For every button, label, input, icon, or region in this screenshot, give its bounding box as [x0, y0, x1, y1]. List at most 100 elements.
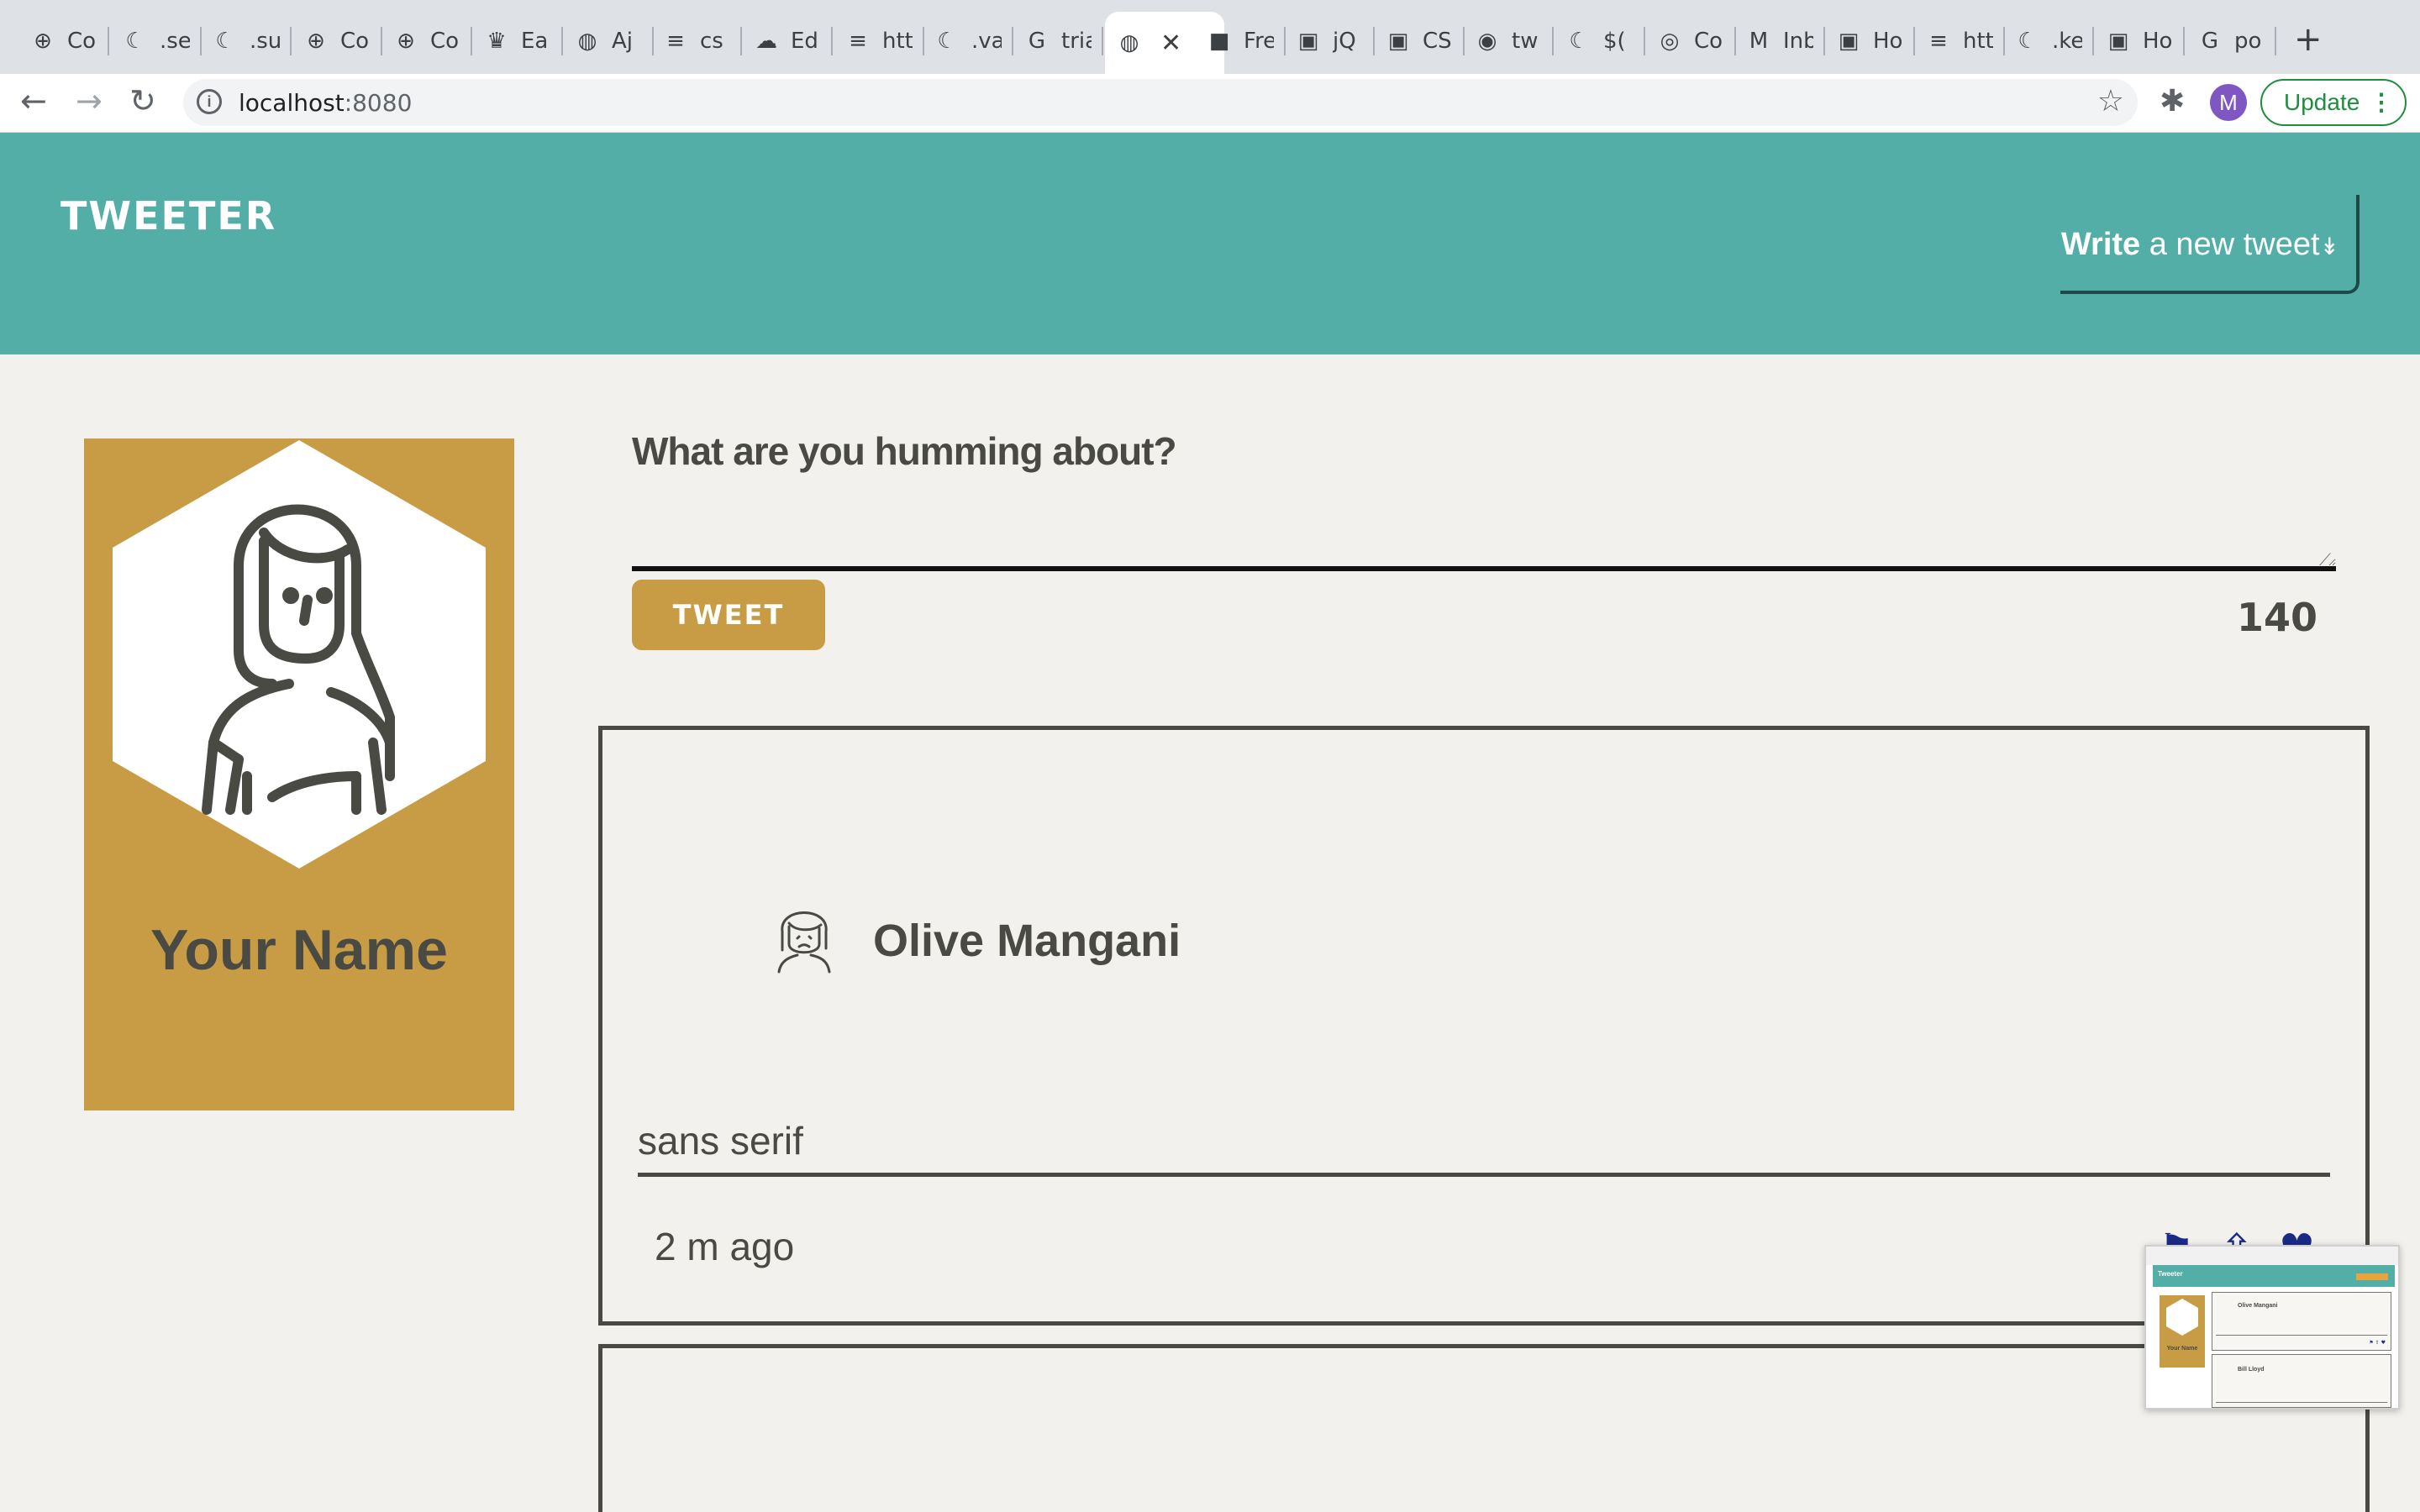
tweet-card: Olive Mangani sans serif 2 m ago ⚑ ⇧ ♥ — [598, 726, 2370, 1326]
compass-icon: ⊕ — [34, 29, 52, 54]
textarea-resize-handle[interactable]: ⟋ — [2319, 549, 2331, 570]
info-icon[interactable]: i — [197, 89, 222, 114]
stackoverflow-icon: ≡ — [849, 29, 867, 54]
browser-tab[interactable]: ⊕ Co — [18, 15, 109, 67]
browser-tab-label: CS — [1423, 29, 1452, 54]
browser-tab-label: .su — [250, 29, 280, 54]
browser-tab[interactable]: ☾ .su — [201, 15, 292, 67]
browser-tab-label: Ed — [791, 29, 818, 54]
browser-tab[interactable]: ≡ cs — [651, 15, 742, 67]
browser-tab[interactable]: ☁ Ed — [742, 15, 833, 67]
double-arrow-down-icon: ↡ — [2319, 233, 2339, 260]
opera-icon: ◎ — [1660, 29, 1680, 54]
browser-tab[interactable]: ▣ Ho — [2094, 15, 2185, 67]
browser-tab-label: .se — [160, 29, 190, 54]
tab-separator — [108, 27, 109, 55]
browser-tab[interactable]: ◎ Co — [1645, 15, 1736, 67]
write-new-tweet-label: Write a new tweet↡ — [2061, 227, 2339, 263]
menu-dots-icon[interactable]: ⋮ — [2370, 81, 2393, 124]
extensions-icon[interactable]: ✱ — [2160, 84, 2185, 118]
thumbnail-write-button — [2356, 1273, 2388, 1280]
browser-tab[interactable]: ☾ .va — [923, 15, 1013, 67]
write-new-tweet-button[interactable]: Write a new tweet↡ — [2060, 195, 2360, 294]
browser-tab[interactable]: ■ Fre — [1195, 15, 1286, 67]
browser-tab-label: tria — [1061, 29, 1092, 54]
thumbnail-brand: Tweeter — [2158, 1270, 2183, 1278]
update-button[interactable]: Update ⋮ — [2260, 79, 2407, 126]
screenshot-thumbnail-preview[interactable]: Tweeter Your Name Olive Mangani ⚑ ⇧ ♥ Bi… — [2144, 1245, 2400, 1410]
browser-tab[interactable]: ☾ .ke — [2003, 15, 2094, 67]
browser-tab[interactable]: ≡ htt — [1914, 15, 2005, 67]
browser-tab[interactable]: ♛ Ea — [472, 15, 563, 67]
reload-icon[interactable]: ↻ — [129, 82, 156, 119]
bookmark-star-icon[interactable]: ☆ — [2097, 84, 2124, 118]
thumbnail-actions: ⚑ ⇧ ♥ — [2369, 1340, 2386, 1346]
browser-tab[interactable]: ◉ tw — [1463, 15, 1554, 67]
stackoverflow-icon: ≡ — [1929, 29, 1948, 54]
forward-icon[interactable]: → — [76, 82, 103, 119]
tab-separator — [1552, 27, 1554, 55]
w3schools-icon: ▣ — [1387, 29, 1409, 54]
compose-title: What are you humming about? — [632, 429, 1177, 473]
tweet-timestamp: 2 m ago — [655, 1225, 795, 1268]
address-bar[interactable]: i localhost:8080 ☆ — [183, 79, 2138, 126]
jquery-icon: ☾ — [215, 29, 235, 54]
browser-tab[interactable]: ≡ htt — [834, 15, 924, 67]
browser-tab[interactable]: ▣ CS — [1374, 15, 1465, 67]
jquery-icon: ☾ — [937, 29, 957, 54]
thumbnail-tweet: Olive Mangani ⚑ ⇧ ♥ — [2212, 1292, 2391, 1351]
compass-icon: ⊕ — [307, 29, 325, 54]
browser-tab[interactable]: Gtria — [1013, 15, 1103, 67]
browser-tab[interactable]: M Inb — [1734, 15, 1825, 67]
browser-tab-label: Ho — [1873, 29, 1903, 54]
w3schools-icon: ▣ — [1838, 29, 1860, 54]
thumbnail-tweet: Bill Lloyd — [2212, 1354, 2391, 1408]
tweet-card — [598, 1344, 2370, 1512]
thumbnail-avatar-hexagon — [2166, 1299, 2198, 1336]
close-tab-icon[interactable]: ✕ — [1160, 29, 1181, 58]
gmail-icon: M — [1749, 29, 1769, 54]
browser-tab-label: Fre — [1244, 29, 1274, 54]
tab-separator — [831, 27, 833, 55]
browser-tab[interactable]: ☾ $( — [1555, 15, 1645, 67]
user-avatar-icon — [777, 911, 831, 974]
thumbnail-profile-name: Your Name — [2166, 1346, 2198, 1352]
jquery-icon: ☾ — [1569, 29, 1589, 54]
tweet-author-name: Olive Mangani — [873, 916, 1181, 966]
browser-tab[interactable]: ◍ Aj — [563, 15, 654, 67]
thumbnail-tweet-name: Bill Lloyd — [2238, 1367, 2265, 1373]
browser-tab[interactable]: ⊕ Co — [381, 15, 472, 67]
browser-tab[interactable]: ☾ .se — [111, 15, 202, 67]
new-tab-button[interactable]: + — [2294, 20, 2323, 59]
thumbnail-divider — [2216, 1335, 2387, 1336]
browser-tab-label: Co — [67, 29, 97, 54]
tweet-submit-button[interactable]: TWEET — [632, 580, 825, 650]
character-counter: 140 — [2237, 595, 2318, 640]
stackoverflow-icon: ≡ — [666, 29, 685, 54]
profile-avatar[interactable]: M — [2210, 84, 2247, 121]
google-icon: G — [1028, 29, 1046, 54]
jquery-icon: ☾ — [2018, 29, 2038, 54]
browser-tab-label: Ea — [521, 29, 549, 54]
browser-tab-label: jQ — [1333, 29, 1356, 54]
browser-tab-label: Co — [340, 29, 370, 54]
back-icon[interactable]: ← — [20, 82, 47, 119]
tweet-text-input[interactable] — [632, 496, 2336, 571]
update-label: Update — [2284, 89, 2360, 115]
browser-tab[interactable]: ⊕ Co — [292, 15, 382, 67]
jquery-icon: ☾ — [125, 29, 145, 54]
browser-tab[interactable]: ▣ jQ — [1284, 15, 1375, 67]
url-text[interactable]: localhost:8080 — [239, 89, 412, 117]
browser-tab-label: Aj — [612, 29, 634, 54]
browser-tab-label: htt — [882, 29, 913, 54]
browser-tab[interactable]: Gpo — [2186, 15, 2276, 67]
browser-tab-label: .ke — [2052, 29, 2082, 54]
url-host: localhost — [239, 89, 345, 117]
compass-icon: ⊕ — [397, 29, 415, 54]
browser-tab[interactable]: ▣ Ho — [1824, 15, 1915, 67]
browser-tab-label: Inb — [1783, 29, 1813, 54]
tab-separator — [2183, 27, 2185, 55]
tab-separator — [2275, 27, 2276, 55]
browser-tab-strip: + ⊕ Co ☾ .se ☾ .su ⊕ Co ⊕ Co ♛ Ea ◍ Aj ≡ cs ☁ Ed ≡ htt ☾ .va G… — [0, 0, 2420, 74]
browser-tab-label: $( — [1603, 29, 1626, 54]
